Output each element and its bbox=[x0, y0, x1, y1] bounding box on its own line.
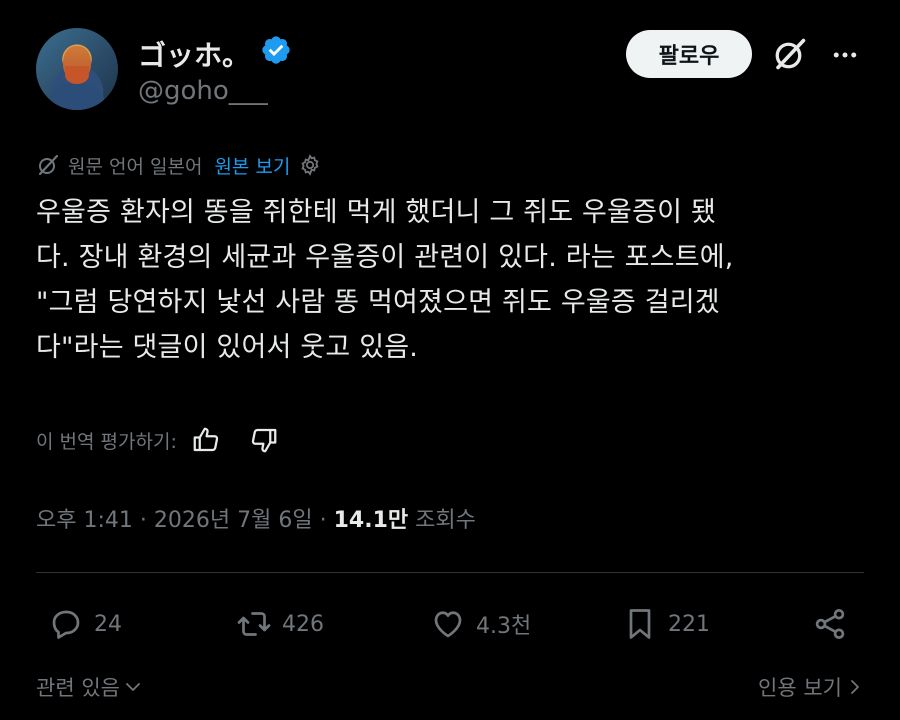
thumbs-up-icon[interactable] bbox=[191, 425, 221, 455]
meta-separator: · bbox=[319, 508, 327, 533]
verified-badge-icon[interactable] bbox=[260, 34, 292, 66]
bookmark-icon bbox=[629, 609, 651, 639]
display-name[interactable]: ゴッホ。 bbox=[138, 34, 250, 74]
grok-icon[interactable] bbox=[772, 36, 808, 72]
avatar-beard bbox=[65, 66, 89, 84]
avatar[interactable] bbox=[36, 28, 118, 110]
like-button[interactable]: 4.3천 bbox=[430, 600, 531, 648]
like-count: 4.3천 bbox=[476, 614, 532, 639]
view-quotes-label: 인용 보기 bbox=[758, 676, 842, 700]
view-original-link[interactable]: 원본 보기 bbox=[214, 152, 290, 179]
action-bar: 24 426 4.3천 221 bbox=[36, 600, 864, 648]
bookmark-count: 221 bbox=[668, 611, 710, 637]
meta-separator: · bbox=[139, 508, 147, 533]
bookmark-button[interactable]: 221 bbox=[622, 600, 710, 648]
more-icon[interactable] bbox=[830, 40, 860, 70]
views-label: 조회수 bbox=[415, 508, 476, 533]
translation-source-label: 원문 언어 일본어 bbox=[68, 155, 203, 178]
reply-count: 24 bbox=[94, 611, 122, 637]
repost-count: 426 bbox=[282, 611, 324, 637]
chevron-down-icon bbox=[126, 683, 140, 691]
tweet-date[interactable]: 2026년 7월 6일 bbox=[154, 508, 313, 533]
view-quotes-link[interactable]: 인용 보기 bbox=[758, 672, 864, 702]
related-label: 관련 있음 bbox=[36, 676, 120, 700]
share-button[interactable] bbox=[812, 600, 858, 648]
reply-button[interactable]: 24 bbox=[48, 600, 122, 648]
heart-icon bbox=[434, 611, 462, 638]
share-icon bbox=[815, 609, 845, 639]
views-count: 14.1만 bbox=[333, 508, 409, 533]
reply-icon bbox=[52, 610, 80, 639]
divider bbox=[36, 572, 864, 573]
avatar-coat bbox=[50, 84, 104, 110]
tweet-text: 우울증 환자의 똥을 쥐한테 먹게 했더니 그 쥐도 우울증이 됐 다. 장내 … bbox=[36, 197, 734, 363]
repost-button[interactable]: 426 bbox=[236, 600, 324, 648]
related-content-toggle[interactable]: 관련 있음 bbox=[36, 672, 142, 702]
translation-bar: 원문 언어 일본어 원본 보기 bbox=[36, 150, 322, 180]
gear-icon[interactable] bbox=[298, 153, 322, 177]
rate-translation: 이 번역 평가하기: bbox=[36, 422, 279, 458]
grok-translate-icon bbox=[38, 154, 59, 176]
rate-translation-label: 이 번역 평가하기: bbox=[36, 430, 177, 453]
thumbs-down-icon[interactable] bbox=[249, 425, 279, 455]
handle[interactable]: @goho___ bbox=[138, 76, 268, 106]
chevron-right-icon bbox=[851, 680, 859, 694]
follow-button[interactable]: 팔로우 bbox=[626, 30, 752, 78]
repost-icon bbox=[237, 612, 271, 636]
tweet-meta: 오후 1:41 · 2026년 7월 6일 · 14.1만 조회수 bbox=[36, 502, 476, 534]
tweet-time[interactable]: 오후 1:41 bbox=[36, 508, 133, 533]
tweet-header: ゴッホ。 @goho___ 팔로우 bbox=[36, 28, 866, 112]
